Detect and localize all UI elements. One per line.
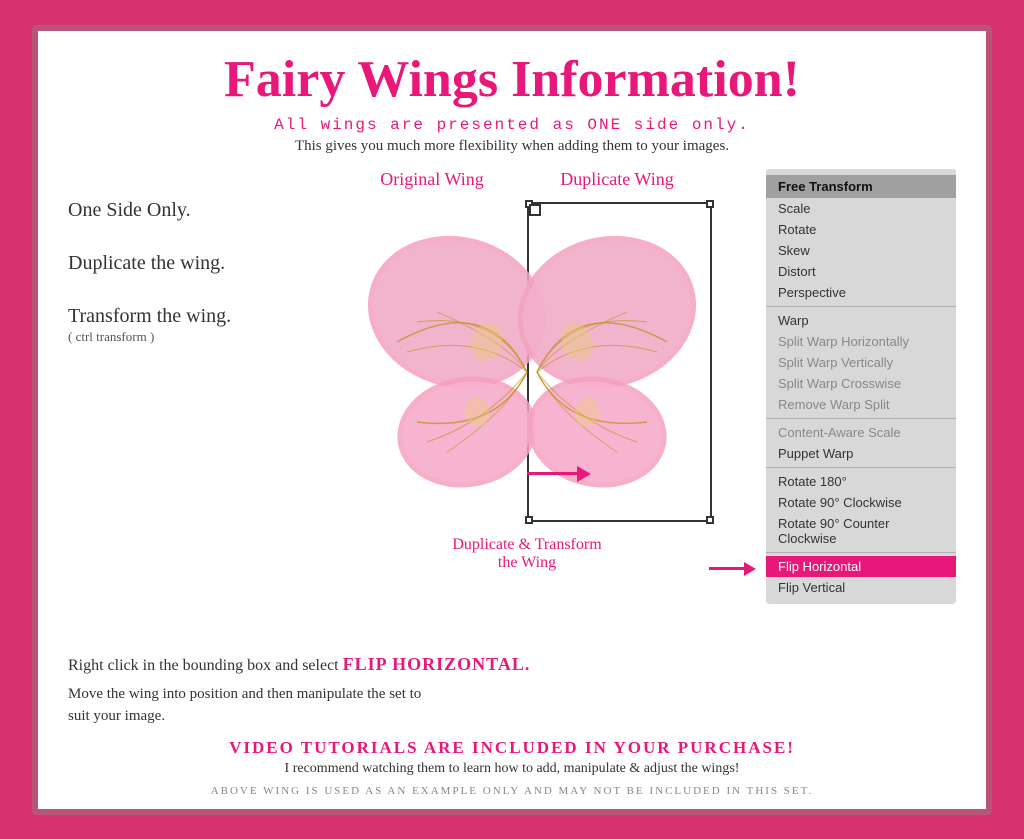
- bottom-text-area: Right click in the bounding box and sele…: [68, 654, 956, 797]
- right-click-text: Right click in the bounding box and sele…: [68, 654, 956, 675]
- label-duplicate: Duplicate the wing.: [68, 252, 288, 275]
- label-one-side: One Side Only.: [68, 199, 288, 222]
- menu-separator-sep2: [766, 418, 956, 419]
- subtitle-sub: This gives you much more flexibility whe…: [68, 138, 956, 155]
- menu-item-free-transform: Free Transform: [766, 175, 956, 198]
- menu-separator-sep1: [766, 306, 956, 307]
- menu-item-rotate[interactable]: Rotate: [766, 219, 956, 240]
- center-column: Original Wing Duplicate Wing: [298, 169, 756, 604]
- menu-item-flip-h[interactable]: Flip Horizontal: [766, 556, 956, 577]
- arrow-head: [577, 466, 591, 482]
- main-container: Fairy Wings Information! All wings are p…: [32, 25, 992, 815]
- move-text: Move the wing into position and then man…: [68, 683, 956, 728]
- arrow-line: [527, 472, 577, 475]
- menu-arrow-head: [744, 562, 756, 576]
- context-menu: Free TransformScaleRotateSkewDistortPers…: [766, 169, 956, 604]
- duplicate-arrow: [527, 466, 591, 482]
- menu-item-puppet-warp[interactable]: Puppet Warp: [766, 443, 956, 464]
- menu-item-skew[interactable]: Skew: [766, 240, 956, 261]
- duplicate-wing-label: Duplicate Wing: [560, 169, 673, 190]
- menu-item-rotate180[interactable]: Rotate 180°: [766, 471, 956, 492]
- menu-item-perspective[interactable]: Perspective: [766, 282, 956, 303]
- footer-text: ABOVE WING IS USED AS AN EXAMPLE ONLY AN…: [68, 785, 956, 797]
- flip-horizontal-highlight: FLIP HORIZONTAL.: [343, 654, 531, 674]
- subtitle-main: All wings are presented as ONE side only…: [68, 116, 956, 134]
- menu-item-remove-warp: Remove Warp Split: [766, 394, 956, 415]
- left-column: One Side Only. Duplicate the wing. Trans…: [68, 169, 288, 604]
- video-text: VIDEO TUTORIALS ARE INCLUDED IN YOUR PUR…: [68, 738, 956, 758]
- wing-labels-row: Original Wing Duplicate Wing: [342, 169, 712, 190]
- menu-separator-sep4: [766, 552, 956, 553]
- menu-arrow-line: [709, 567, 744, 570]
- menu-item-scale[interactable]: Scale: [766, 198, 956, 219]
- original-wing-label: Original Wing: [380, 169, 483, 190]
- menu-items-list: Free TransformScaleRotateSkewDistortPers…: [766, 175, 956, 598]
- menu-item-rotate90cw[interactable]: Rotate 90° Clockwise: [766, 492, 956, 513]
- wing-container: Duplicate & Transformthe Wing: [342, 202, 712, 542]
- menu-item-split-warp-v: Split Warp Vertically: [766, 352, 956, 373]
- menu-item-rotate90ccw[interactable]: Rotate 90° Counter Clockwise: [766, 513, 956, 549]
- menu-item-warp[interactable]: Warp: [766, 310, 956, 331]
- menu-item-split-warp-c: Split Warp Crosswise: [766, 373, 956, 394]
- video-sub: I recommend watching them to learn how t…: [68, 761, 956, 777]
- menu-arrow: [709, 562, 756, 576]
- menu-item-split-warp-h: Split Warp Horizontally: [766, 331, 956, 352]
- menu-item-distort[interactable]: Distort: [766, 261, 956, 282]
- menu-item-flip-v[interactable]: Flip Vertical: [766, 577, 956, 598]
- menu-separator-sep3: [766, 467, 956, 468]
- main-area: One Side Only. Duplicate the wing. Trans…: [68, 169, 956, 604]
- label-transform: Transform the wing. ( ctrl transform ): [68, 305, 288, 346]
- page-title: Fairy Wings Information!: [68, 51, 956, 108]
- menu-item-content-aware: Content-Aware Scale: [766, 422, 956, 443]
- duplicate-transform-label: Duplicate & Transformthe Wing: [452, 536, 601, 572]
